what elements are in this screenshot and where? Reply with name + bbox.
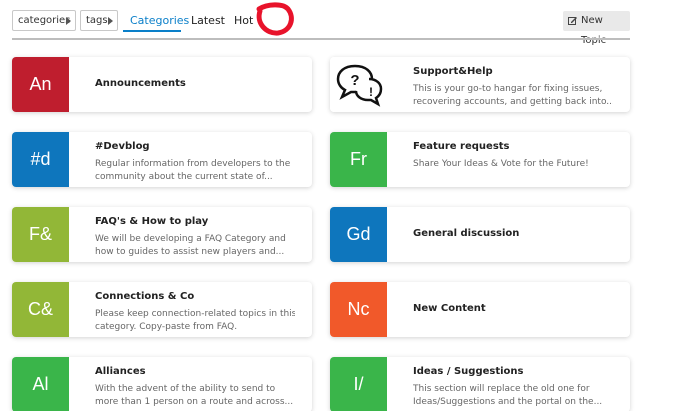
category-card[interactable]: Fr Feature requests Share Your Ideas & Vot… [330, 132, 630, 187]
category-card[interactable]: Al Alliances With the advent of the abilit… [12, 357, 312, 411]
category-title[interactable]: General discussion [413, 228, 519, 239]
category-description: With the advent of the ability to send t… [95, 383, 295, 409]
category-badge: Gd [330, 207, 387, 262]
categories-dropdown[interactable]: categories [12, 10, 76, 31]
red-circle-annotation [256, 2, 294, 36]
category-badge: Al [12, 357, 69, 411]
nav-divider [12, 38, 630, 40]
category-description: Regular information from developers to t… [95, 158, 295, 184]
tab-latest[interactable]: Latest [191, 14, 225, 27]
category-description-line: category. Copy-paste from FAQ. [95, 322, 238, 332]
caret-right-icon [108, 17, 113, 25]
category-description-line: Share Your Ideas & Vote for the Future! [413, 159, 589, 169]
category-badge: Nc [330, 282, 387, 337]
category-badge: F& [12, 207, 69, 262]
category-description-line: This section will replace the old one fo… [413, 384, 590, 394]
category-title[interactable]: Connections & Co [95, 291, 194, 302]
category-description-line: This is your go-to hangar for fixing iss… [413, 84, 603, 94]
category-card[interactable]: Nc New Content [330, 282, 630, 337]
speech-bubbles-question-exclamation-icon: ?! [330, 57, 387, 112]
category-card[interactable]: I/Ideas / Suggestions This section will r… [330, 357, 630, 411]
active-tab-underline [123, 30, 181, 32]
category-card[interactable]: ?! Support&Help This is your go-to hangar … [330, 57, 630, 112]
category-description: Please keep connection-related topics in… [95, 308, 295, 334]
category-title[interactable]: Announcements [95, 78, 186, 89]
top-navigation: categories tags Categories Latest Hot Ne… [0, 0, 690, 46]
category-title[interactable]: #Devblog [95, 141, 150, 152]
category-card[interactable]: Gd General discussion [330, 207, 630, 262]
category-card[interactable]: An Announcements [12, 57, 312, 112]
category-description-line: more than 1 person on a route and across… [95, 397, 294, 407]
tags-dropdown-label: tags [86, 15, 108, 26]
category-description: This section will replace the old one fo… [413, 383, 613, 409]
category-badge: An [12, 57, 69, 112]
category-description-line: We will be developing a FAQ Category and [95, 234, 286, 244]
svg-text:!: ! [369, 85, 373, 99]
category-description-line: community about the current state of... [95, 172, 273, 182]
category-title[interactable]: New Content [413, 303, 486, 314]
category-title[interactable]: Ideas / Suggestions [413, 366, 524, 377]
category-card[interactable]: #d #Devblog Regular information from devel… [12, 132, 312, 187]
category-title[interactable]: FAQ's & How to play [95, 216, 208, 227]
category-description-line: Regular information from developers to t… [95, 159, 291, 169]
category-description: Share Your Ideas & Vote for the Future! [413, 158, 613, 171]
category-badge: Fr [330, 132, 387, 187]
tags-dropdown[interactable]: tags [80, 10, 118, 31]
svg-text:?: ? [350, 72, 359, 89]
category-description-line: With the advent of the ability to send t… [95, 384, 276, 394]
category-title[interactable]: Alliances [95, 366, 146, 377]
caret-right-icon [66, 17, 71, 25]
category-description: We will be developing a FAQ Category and… [95, 233, 295, 259]
new-topic-label: New Topic [581, 15, 607, 46]
category-title[interactable]: Support&Help [413, 66, 493, 77]
category-badge: #d [12, 132, 69, 187]
category-card[interactable]: C& Connections & Co Please keep connection… [12, 282, 312, 337]
category-description-line: Ideas/Suggestions and the portal on the.… [413, 397, 603, 407]
category-description-line: how to guides to assist new players and.… [95, 247, 285, 257]
category-title[interactable]: Feature requests [413, 141, 510, 152]
pencil-square-icon [568, 17, 577, 25]
tab-categories[interactable]: Categories [130, 14, 189, 27]
category-badge: C& [12, 282, 69, 337]
category-description-line: Please keep connection-related topics in… [95, 309, 295, 319]
new-topic-button[interactable]: New Topic [563, 11, 630, 46]
category-description-line: recovering accounts, and getting back in… [413, 97, 613, 107]
category-card[interactable]: F& FAQ's & How to play We will be developi… [12, 207, 312, 262]
category-description: This is your go-to hangar for fixing iss… [413, 83, 613, 109]
category-badge: I/ [330, 357, 387, 411]
categories-dropdown-label: categories [18, 15, 71, 26]
